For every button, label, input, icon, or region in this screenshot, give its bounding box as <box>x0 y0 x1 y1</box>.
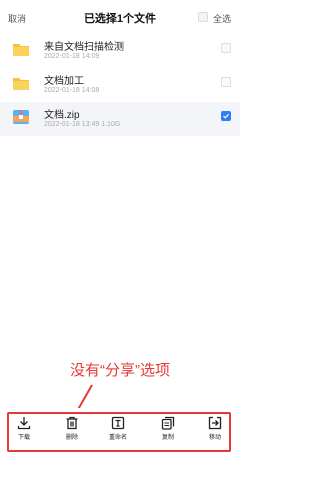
download-icon <box>17 417 31 430</box>
file-name: 文档.zip <box>44 110 80 121</box>
annotation-text: 没有“分享”选项 <box>70 362 170 379</box>
trash-icon <box>66 416 78 430</box>
top-bar: 取消 已选择1个文件 全选 <box>0 0 240 34</box>
list-item[interactable]: 来自文档扫描检测 2022-01-18 14:09 <box>0 34 240 68</box>
copy-label: 复制 <box>161 435 174 441</box>
folder-icon <box>13 44 29 56</box>
move-button[interactable]: 移动 <box>195 416 235 450</box>
file-checkbox[interactable] <box>221 43 231 53</box>
delete-button[interactable]: 删除 <box>52 416 92 450</box>
file-meta: 2022-01-18 14:08 <box>44 87 100 94</box>
file-checkbox[interactable] <box>221 77 231 87</box>
delete-label: 删除 <box>65 435 78 441</box>
file-meta: 2022-01-18 14:09 <box>44 53 100 60</box>
select-all-button[interactable]: 全选 <box>213 12 231 25</box>
select-all-checkbox[interactable] <box>198 12 208 22</box>
copy-button[interactable]: 复制 <box>148 416 188 450</box>
list-item[interactable]: 文档加工 2022-01-18 14:08 <box>0 68 240 102</box>
rename-label: 重命名 <box>108 435 127 441</box>
zip-icon <box>13 110 29 124</box>
move-icon <box>208 416 222 430</box>
file-meta: 2022-01-18 13:49 1.10G <box>44 121 121 128</box>
file-checkbox-checked[interactable] <box>221 111 231 121</box>
file-list: 来自文档扫描检测 2022-01-18 14:09 文档加工 2022-01-1… <box>0 34 240 136</box>
list-item[interactable]: 文档.zip 2022-01-18 13:49 1.10G <box>0 102 240 136</box>
file-name: 来自文档扫描检测 <box>44 42 124 53</box>
file-name: 文档加工 <box>44 76 84 87</box>
copy-icon <box>161 416 175 430</box>
download-label: 下载 <box>17 435 30 441</box>
checkmark-icon <box>223 113 229 119</box>
download-button[interactable]: 下载 <box>4 416 44 450</box>
folder-icon <box>13 78 29 90</box>
rename-icon <box>111 416 125 430</box>
rename-button[interactable]: 重命名 <box>98 416 138 450</box>
move-label: 移动 <box>208 435 221 441</box>
